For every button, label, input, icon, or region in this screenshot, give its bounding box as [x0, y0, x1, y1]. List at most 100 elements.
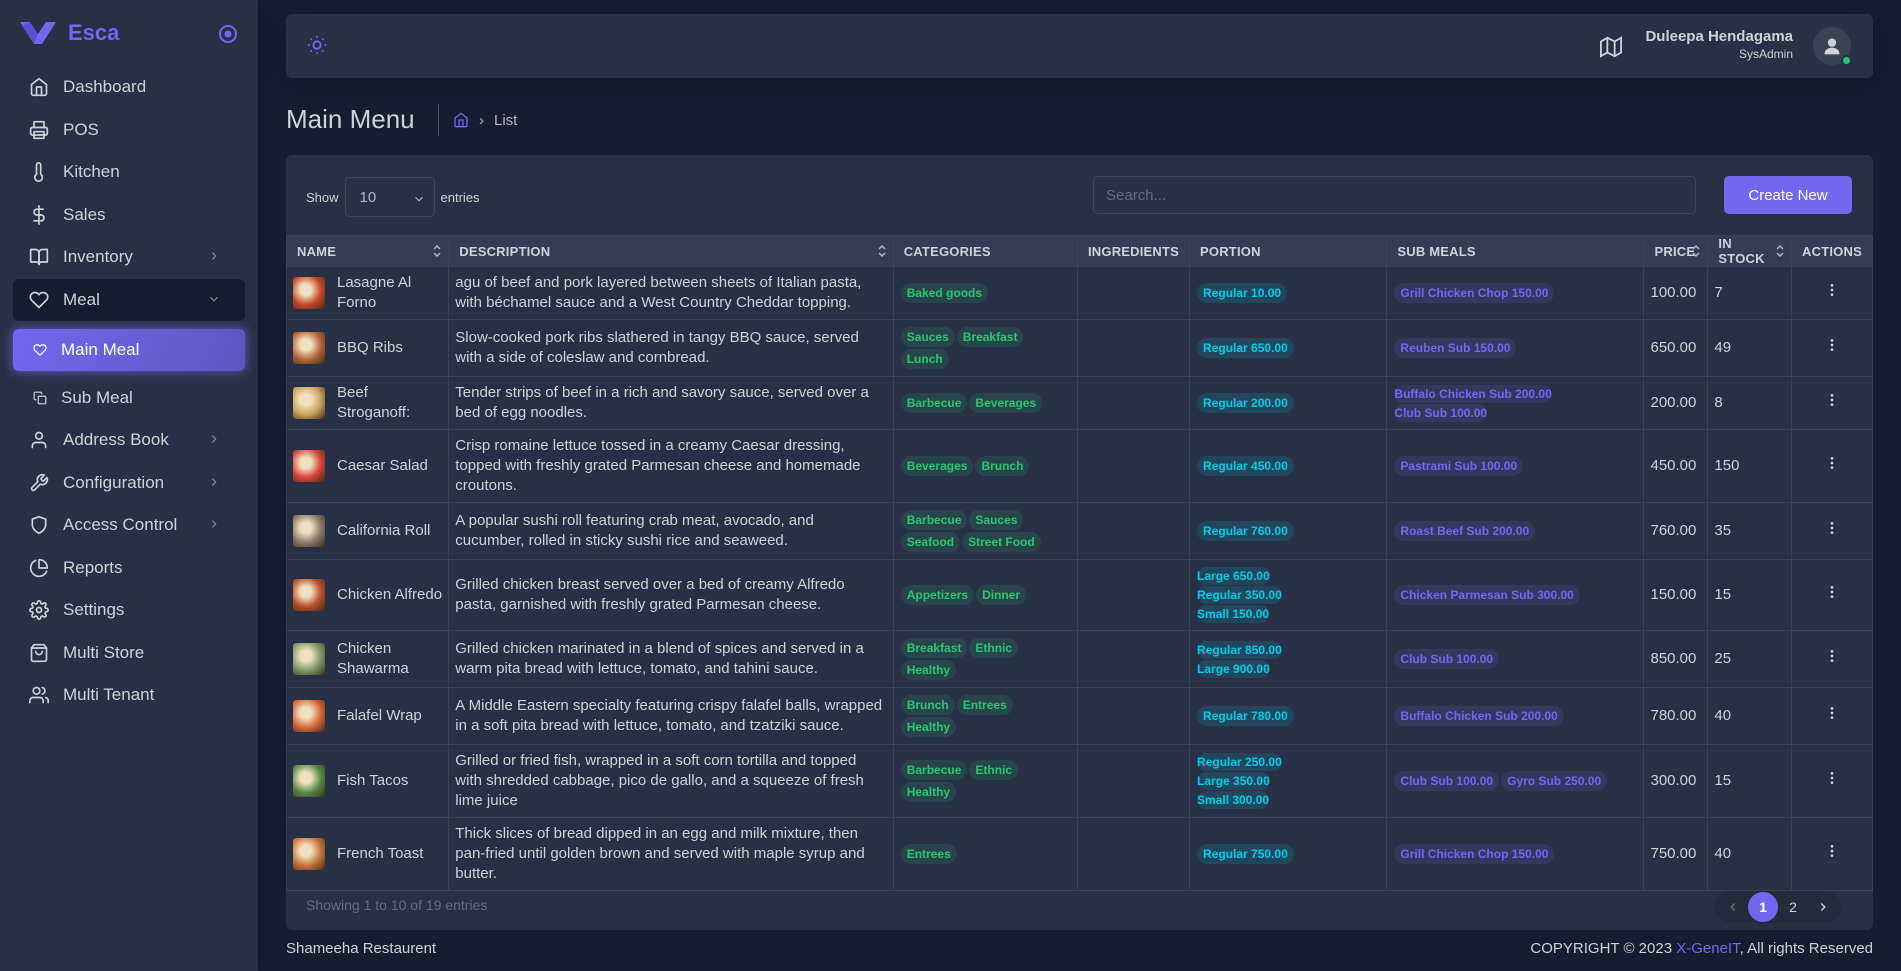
more-vertical-icon[interactable] [1824, 705, 1840, 721]
map-icon[interactable] [1600, 36, 1622, 58]
description-cell: A Middle Eastern specialty featuring cri… [448, 687, 894, 745]
table-row[interactable]: Falafel Wrap A Middle Eastern specialty f… [285, 687, 1873, 745]
portion-cell: Regular 250.00 Large 350.00 Small 300.00 [1189, 744, 1388, 818]
column-header-name[interactable]: NAME [285, 235, 450, 267]
category-badge: Brunch [975, 456, 1030, 476]
sidebar-item-meal[interactable]: Meal [13, 278, 245, 321]
portion-cell: Regular 750.00 [1189, 817, 1388, 891]
footer-copyright: COPYRIGHT © 2023 X-GeneIT, All rights Re… [1530, 940, 1873, 957]
sub-meal-badge: Buffalo Chicken Sub 200.00 [1394, 706, 1564, 726]
more-vertical-icon[interactable] [1824, 455, 1840, 471]
table-row[interactable]: Lasagne Al Forno agu of beef and pork lay… [285, 266, 1873, 320]
description-cell: A popular sushi roll featuring crab meat… [448, 502, 894, 560]
column-header-portion: PORTION [1189, 235, 1388, 267]
table-row[interactable]: California Roll A popular sushi roll feat… [285, 502, 1873, 560]
table-row[interactable]: Caesar Salad Crisp romaine lettuce tossed… [285, 429, 1873, 503]
heart-icon [33, 343, 47, 356]
ingredients-cell [1076, 817, 1191, 891]
next-page-button[interactable] [1808, 892, 1838, 922]
category-badge: Healthy [900, 660, 957, 680]
category-badge: Ethnic [969, 638, 1019, 658]
more-vertical-icon[interactable] [1824, 337, 1840, 353]
sidebar-item-label: Settings [63, 600, 125, 619]
sidebar-item-reports[interactable]: Reports [13, 547, 245, 589]
ingredients-cell [1076, 429, 1191, 503]
avatar[interactable] [1813, 27, 1852, 66]
more-vertical-icon[interactable] [1824, 282, 1840, 298]
entries-select[interactable]: 10 [344, 177, 435, 217]
column-header-in-stock[interactable]: IN STOCK [1707, 235, 1793, 267]
sub-meal-badge: Roast Beef Sub 200.00 [1394, 521, 1536, 541]
previous-page-button[interactable] [1718, 892, 1748, 922]
sidebar-item-access-control[interactable]: Access Control [13, 504, 245, 546]
name-cell: Caesar Salad [285, 429, 450, 503]
sidebar-item-label: POS [63, 119, 99, 139]
sidebar-item-pos[interactable]: POS [13, 109, 245, 151]
meal-thumbnail [293, 765, 325, 797]
show-label: Show [306, 189, 339, 205]
page-1-button[interactable]: 1 [1748, 892, 1778, 922]
brand[interactable]: Esca [0, 0, 258, 66]
meal-name: French Toast [337, 845, 424, 862]
more-vertical-icon[interactable] [1824, 648, 1840, 664]
user-name: Duleepa Hendagama [1645, 28, 1793, 45]
create-new-button[interactable]: Create New [1724, 176, 1852, 214]
meal-thumbnail [293, 643, 325, 675]
sidebar-item-configuration[interactable]: Configuration [13, 462, 245, 504]
settings-icon [29, 600, 49, 620]
actions-cell [1791, 376, 1873, 430]
sub-meal-badge: Club Sub 100.00 [1394, 771, 1500, 791]
table-row[interactable]: French Toast Thick slices of bread dipped… [285, 817, 1873, 891]
sidebar-item-multi-store[interactable]: Multi Store [13, 632, 245, 674]
sidebar-nav: Dashboard POS Kitchen Sales Inventory Meal Mai… [0, 66, 258, 716]
user-info[interactable]: Duleepa Hendagama SysAdmin [1645, 28, 1793, 61]
page-title: Main Menu [286, 104, 415, 134]
sun-icon[interactable] [306, 34, 328, 56]
chevron-left-icon [1730, 902, 1736, 912]
logo-icon [20, 22, 56, 44]
table-row[interactable]: BBQ Ribs Slow-cooked pork ribs slathered … [285, 319, 1873, 377]
home-icon[interactable] [453, 112, 469, 128]
table-row[interactable]: Fish Tacos Grilled or fried fish, wrapped… [285, 744, 1873, 818]
sidebar-item-dashboard[interactable]: Dashboard [13, 66, 245, 108]
more-vertical-icon[interactable] [1824, 520, 1840, 536]
sidebar-item-label: Reports [63, 557, 123, 577]
price-cell: 300.00 [1643, 744, 1709, 818]
categories-cell: Breakfast Ethnic Healthy [892, 630, 1078, 688]
name-cell: Chicken Alfredo [285, 559, 450, 631]
sub-meal-badge: Grill Chicken Chop 150.00 [1394, 844, 1555, 864]
portion-badge: Large 350.00 [1197, 772, 1270, 790]
table-row[interactable]: Chicken Alfredo Grilled chicken breast se… [285, 559, 1873, 631]
column-header-description[interactable]: DESCRIPTION [448, 235, 894, 267]
portion-badge: Regular 350.00 [1197, 586, 1282, 604]
sub-meal-badge: Club Sub 100.00 [1394, 649, 1500, 669]
sidebar-item-kitchen[interactable]: Kitchen [13, 151, 245, 193]
stock-cell: 15 [1707, 744, 1793, 818]
column-header-ingredients: INGREDIENTS [1076, 235, 1191, 267]
actions-cell [1791, 319, 1873, 377]
sidebar-item-inventory[interactable]: Inventory [13, 236, 245, 278]
company-link[interactable]: X-GeneIT [1676, 940, 1739, 957]
collapse-toggle-icon[interactable] [218, 24, 238, 44]
more-vertical-icon[interactable] [1824, 843, 1840, 859]
more-vertical-icon[interactable] [1824, 770, 1840, 786]
column-header-label: PORTION [1200, 243, 1261, 259]
price-cell: 100.00 [1643, 266, 1709, 320]
page-2-button[interactable]: 2 [1778, 892, 1808, 922]
table-row[interactable]: Beef Stroganoff: Tender strips of beef in… [285, 376, 1873, 430]
sidebar-item-main-meal[interactable]: Main Meal [13, 328, 245, 371]
more-vertical-icon[interactable] [1824, 584, 1840, 600]
pagination: 1 2 [1715, 891, 1841, 923]
table-row[interactable]: Chicken Shawarma Grilled chicken marinate… [285, 630, 1873, 688]
column-header-price[interactable]: PRICE [1643, 235, 1709, 267]
sidebar-item-sub-meal[interactable]: Sub Meal [13, 377, 245, 419]
sub-meals-cell: Buffalo Chicken Sub 200.00 [1386, 687, 1645, 745]
sub-meal-badge: Pastrami Sub 100.00 [1394, 456, 1524, 476]
sidebar-item-multi-tenant[interactable]: Multi Tenant [13, 674, 245, 716]
sidebar-item-sales[interactable]: Sales [13, 194, 245, 236]
column-header-actions: ACTIONS [1791, 235, 1873, 267]
more-vertical-icon[interactable] [1824, 392, 1840, 408]
sidebar-item-address-book[interactable]: Address Book [13, 419, 245, 461]
search-input[interactable] [1093, 176, 1696, 214]
sidebar-item-settings[interactable]: Settings [13, 589, 245, 631]
